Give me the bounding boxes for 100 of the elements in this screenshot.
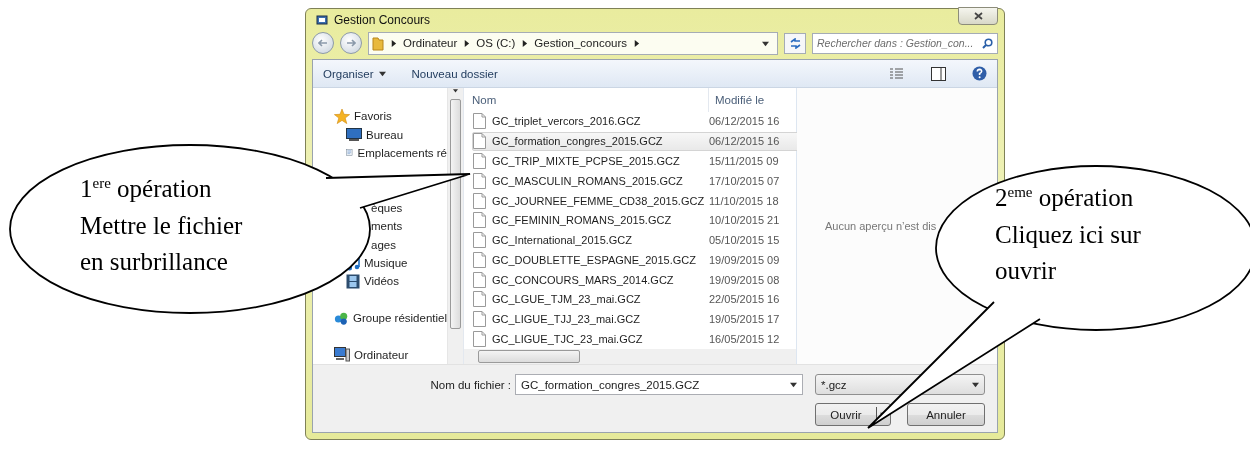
modified-date: 06/12/2015 16 (709, 115, 780, 128)
document-icon (473, 172, 486, 189)
file-row[interactable]: GC_FEMININ_ROMANS_2015.GCZ 10/10/2015 21 (472, 210, 800, 230)
column-header[interactable]: Nom (472, 93, 708, 106)
file-row[interactable]: GC_LIGUE_TJJ_23_mai.GCZ 19/05/2015 17 (472, 309, 800, 329)
file-name: GC_formation_congres_2015.GCZ (492, 135, 663, 148)
back-button[interactable] (312, 32, 334, 55)
window-title: Gestion Concours (334, 13, 432, 28)
callout-text: 1$^{ere}$ opération (80, 173, 213, 204)
document-icon (473, 271, 486, 288)
document-icon (473, 232, 486, 249)
sidebar-item[interactable]: ments (371, 220, 403, 233)
document-icon (473, 212, 486, 229)
help-icon[interactable] (972, 66, 987, 81)
sidebar-item[interactable]: ages (371, 238, 396, 251)
document-icon (473, 192, 486, 209)
search-icon (982, 37, 993, 49)
view-list-icon[interactable] (889, 67, 905, 80)
sidebar-item[interactable]: Vidéos (364, 275, 399, 288)
chevron-icon (633, 39, 641, 47)
file-name: GC_LIGUE_TJC_23_mai.GCZ (492, 332, 643, 345)
document-icon (473, 330, 486, 347)
modified-date: 19/09/2015 09 (709, 253, 780, 266)
sidebar-item[interactable]: Ordinateur (354, 348, 409, 361)
file-row[interactable]: GC_TRIP_MIXTE_PCPSE_2015.GCZ 15/11/2015 09 (472, 151, 800, 171)
file-row[interactable]: GC_formation_congres_2015.GCZ 06/12/2015 16 (472, 131, 800, 151)
caret-icon (378, 70, 386, 77)
filename-field[interactable]: GC_formation_congres_2015.GCZ (515, 374, 803, 395)
modified-date: 06/12/2015 16 (709, 135, 780, 148)
modified-date: 15/11/2015 09 (709, 155, 779, 167)
file-name: GC_DOUBLETTE_ESPAGNE_2015.GCZ (492, 253, 696, 266)
file-name: GC_LIGUE_TJJ_23_mai.GCZ (492, 313, 640, 326)
modified-date: 22/05/2015 16 (709, 293, 780, 306)
document-icon (473, 153, 486, 169)
close-button[interactable] (958, 7, 998, 26)
dropdown-caret-icon (762, 39, 769, 47)
file-row[interactable]: GC_JOURNEE_FEMME_CD38_2015.GCZ 11/10/2015 18 (472, 190, 800, 211)
scrollbar[interactable] (447, 88, 463, 364)
chevron-icon (463, 39, 471, 47)
film-icon (346, 273, 360, 289)
preview-pane-icon[interactable] (931, 66, 946, 81)
file-row[interactable]: GC_LIGUE_TJC_23_mai.GCZ 16/05/2015 12 (472, 329, 800, 349)
dropdown-caret-icon (790, 381, 797, 388)
dropdown-caret-icon (972, 381, 979, 388)
file-row[interactable]: GC_LGUE_TJM_23_mai.GCZ 22/05/2015 16 (472, 289, 800, 310)
toolbar-button[interactable]: Organiser (323, 67, 386, 80)
cancel-button[interactable]: Annuler (907, 403, 985, 426)
callout-text: en surbrillance (80, 247, 229, 277)
document-icon (473, 133, 486, 150)
chevron-icon (390, 39, 397, 47)
breadcrumb[interactable]: OS (C:) (476, 37, 516, 50)
close-icon (973, 12, 983, 21)
file-name: GC_CONCOURS_MARS_2014.GCZ (492, 273, 674, 286)
file-row[interactable]: GC_triplet_vercors_2016.GCZ 06/12/2015 16 (472, 111, 800, 132)
sidebar-item[interactable]: Bureau (366, 128, 404, 141)
file-row[interactable]: GC_DOUBLETTE_ESPAGNE_2015.GCZ 19/09/2015 09 (472, 250, 800, 270)
scrollbar[interactable] (464, 349, 796, 364)
back-arrow-icon (318, 39, 328, 48)
address-bar[interactable]: Ordinateur OS (C:) Gestion_concours (368, 31, 778, 55)
file-row[interactable]: GC_CONCOURS_MARS_2014.GCZ 19/09/2015 08 (472, 269, 800, 290)
star-icon (334, 108, 350, 124)
callout-text: ouvrir (995, 256, 1058, 286)
file-row[interactable]: GC_MASCULIN_ROMANS_2015.GCZ 17/10/2015 07 (472, 171, 800, 191)
folder-icon (372, 35, 384, 51)
app-icon (316, 14, 328, 27)
document-icon (473, 251, 486, 268)
sidebar-item[interactable]: Favoris (354, 110, 392, 123)
breadcrumb[interactable]: Ordinateur (403, 37, 458, 50)
sidebar-item[interactable]: Musique (364, 257, 408, 270)
forward-arrow-icon (346, 39, 356, 48)
refresh-icon (788, 37, 802, 49)
forward-button[interactable] (340, 32, 362, 55)
callout-text: 2$^{eme}$ opération (995, 182, 1135, 213)
callout-text: Mettre le fichier (80, 210, 243, 241)
modified-date: 17/10/2015 07 (709, 174, 780, 187)
field-label: Nom du fichier : (430, 378, 511, 391)
file-name: GC_TRIP_MIXTE_PCPSE_2015.GCZ (492, 155, 680, 167)
search-field[interactable]: Rechercher dans : Gestion_con... (812, 32, 998, 54)
open-button[interactable]: Ouvrir (815, 403, 891, 426)
document-icon (473, 311, 486, 328)
modified-date: 11/10/2015 18 (709, 194, 779, 207)
homegroup-icon (334, 310, 349, 326)
sidebar-item[interactable]: Groupe résidentiel (353, 312, 447, 325)
breadcrumb[interactable]: Gestion_concours (534, 37, 628, 50)
toolbar-button[interactable]: Nouveau dossier (411, 67, 498, 80)
file-name: GC_LGUE_TJM_23_mai.GCZ (492, 293, 641, 306)
modified-date: 05/10/2015 15 (709, 234, 780, 247)
preview-message: Aucun aperçu n’est dis (825, 220, 937, 232)
modified-date: 19/09/2015 08 (709, 273, 780, 286)
modified-date: 10/10/2015 21 (709, 214, 780, 227)
file-name: GC_JOURNEE_FEMME_CD38_2015.GCZ (492, 194, 705, 207)
file-row[interactable]: GC_International_2015.GCZ 05/10/2015 15 (472, 230, 800, 250)
refresh-button[interactable] (784, 32, 806, 54)
computer-icon (334, 347, 350, 363)
sidebar-item[interactable]: èques (371, 201, 403, 214)
file-name: GC_FEMININ_ROMANS_2015.GCZ (492, 214, 672, 227)
modified-date: 19/05/2015 17 (709, 313, 780, 326)
desktop-icon (346, 128, 362, 142)
sidebar-item[interactable]: Emplacements ré (357, 146, 447, 159)
file-name: GC_International_2015.GCZ (492, 234, 633, 247)
